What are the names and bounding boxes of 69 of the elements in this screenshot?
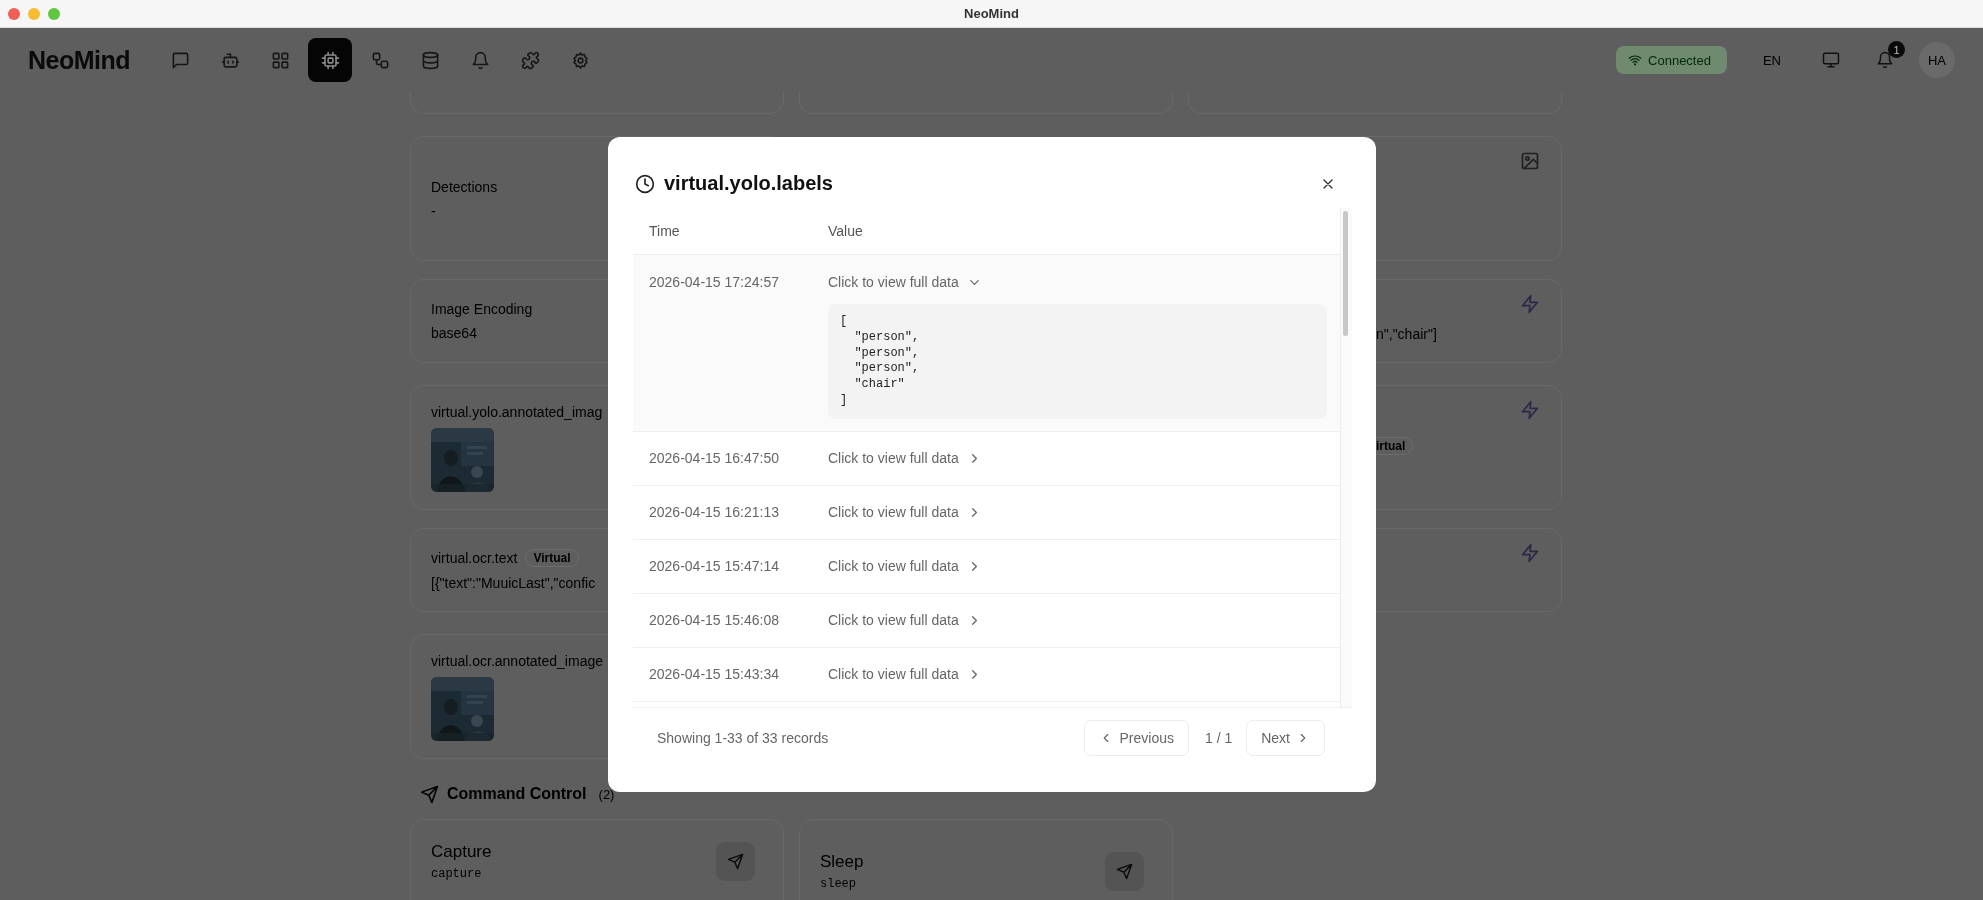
command-id: capture (431, 867, 483, 881)
record-time: 2026-04-15 15:47:14 (649, 558, 779, 575)
grid-icon (270, 50, 290, 70)
metric-value: n","chair"] (1375, 326, 1437, 342)
metric-label: virtual.ocr.text (431, 550, 518, 566)
metric-value: base64 (431, 325, 477, 341)
next-button[interactable]: Next (1246, 720, 1325, 756)
metric-value: - (431, 202, 436, 219)
scrollbar[interactable] (1340, 208, 1352, 707)
previous-button[interactable]: Previous (1084, 720, 1189, 756)
view-data-toggle[interactable]: Click to view full data (828, 504, 982, 521)
record-time: 2026-04-15 16:21:13 (649, 504, 779, 521)
monitor-icon (1822, 51, 1840, 69)
connection-label: Connected (1648, 52, 1711, 68)
command-name: Capture (431, 842, 492, 862)
wifi-icon (1628, 53, 1643, 67)
window-title: NeoMind (964, 6, 1019, 21)
language-button[interactable]: EN (1756, 46, 1787, 74)
lightning-icon (1520, 543, 1540, 563)
section-title: Command Control (447, 785, 587, 803)
user-avatar[interactable]: HA (1919, 42, 1955, 78)
bell-icon (1876, 51, 1894, 69)
view-data-toggle[interactable]: Click to view full data (828, 558, 982, 575)
record-time: 2026-04-15 15:46:08 (649, 612, 779, 629)
metric-label: virtual.ocr.annotated_image (431, 652, 603, 669)
send-icon (420, 784, 439, 804)
app-logo: NeoMind (28, 45, 131, 75)
view-data-toggle[interactable]: Click to view full data (828, 274, 982, 290)
minimize-window-button[interactable] (28, 7, 40, 20)
dialog-title: virtual.yolo.labels (664, 172, 833, 195)
robot-icon (220, 50, 240, 70)
zoom-window-button[interactable] (48, 7, 60, 20)
command-count: (2) (598, 786, 615, 802)
metric-label: Image Encoding (431, 301, 533, 317)
notification-count: 1 (1888, 41, 1905, 58)
chip-icon-button[interactable] (308, 38, 353, 82)
settings-icon (570, 50, 590, 70)
puzzle-icon (520, 50, 540, 70)
lightning-icon (1520, 400, 1540, 420)
close-window-button[interactable] (8, 7, 20, 20)
metric-label: Detections (431, 178, 498, 195)
chat-icon (170, 50, 190, 70)
clock-icon (635, 173, 655, 194)
metric-value: [{"text":"MuuicLast","confic (431, 575, 596, 591)
view-data-toggle[interactable]: Click to view full data (828, 450, 982, 467)
view-data-toggle[interactable]: Click to view full data (828, 612, 982, 629)
page-indicator: 1 / 1 (1204, 730, 1233, 746)
send-command-button[interactable] (1105, 852, 1144, 891)
bell-icon (470, 50, 490, 70)
view-data-toggle[interactable]: Click to view full data (828, 666, 982, 683)
command-name: Sleep (820, 852, 864, 872)
lightning-icon (1520, 294, 1540, 314)
workflow-icon (370, 50, 390, 70)
record-time: 2026-04-15 17:24:57 (649, 274, 779, 290)
command-id: sleep (820, 877, 857, 891)
send-command-button[interactable] (716, 842, 755, 881)
chip-icon (320, 50, 340, 70)
records-summary: Showing 1-33 of 33 records (657, 730, 829, 746)
database-icon (420, 50, 440, 70)
image-icon (1520, 151, 1540, 171)
send-icon (727, 853, 744, 870)
code-block: [ "person", "person", "person", "chair" ] (828, 304, 1327, 419)
column-header: Value (828, 223, 863, 239)
record-time: 2026-04-15 16:47:50 (649, 450, 779, 467)
record-time: 2026-04-15 15:43:34 (649, 666, 779, 683)
notifications-button[interactable]: 1 (1865, 40, 1905, 80)
send-icon (1116, 863, 1133, 880)
metric-label: virtual.yolo.annotated_imag (431, 403, 603, 420)
column-header: Time (649, 223, 680, 239)
